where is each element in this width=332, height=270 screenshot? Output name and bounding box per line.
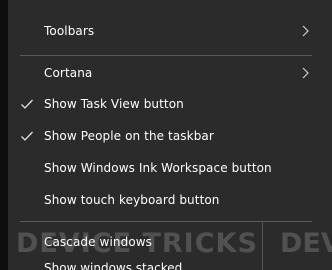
chevron-right-icon bbox=[302, 25, 309, 37]
menu-item-label: Show Windows Ink Workspace button bbox=[44, 161, 272, 175]
menu-item-show-people[interactable]: Show People on the taskbar bbox=[8, 121, 324, 151]
menu-item-label: Show touch keyboard button bbox=[44, 193, 220, 207]
menu-separator bbox=[20, 221, 312, 222]
checkmark-icon bbox=[21, 99, 33, 109]
menu-item-show-task-view[interactable]: Show Task View button bbox=[8, 89, 324, 119]
menu-item-show-touch-keyboard[interactable]: Show touch keyboard button bbox=[8, 185, 324, 215]
menu-item-show-windows-ink[interactable]: Show Windows Ink Workspace button bbox=[8, 153, 324, 183]
menu-item-label: Show Task View button bbox=[44, 97, 184, 111]
menu-item-label: Show People on the taskbar bbox=[44, 129, 214, 143]
chevron-right-icon bbox=[302, 67, 309, 79]
menu-separator bbox=[20, 55, 312, 56]
menu-left-edge bbox=[0, 0, 8, 270]
menu-item-toolbars[interactable]: Toolbars bbox=[8, 16, 324, 46]
taskbar-context-menu: Toolbars Cortana Show Task View button S… bbox=[0, 0, 332, 270]
menu-item-show-windows-stacked[interactable]: Show windows stacked bbox=[44, 261, 182, 270]
menu-item-label: Cortana bbox=[44, 66, 93, 80]
menu-item-label: Cascade windows bbox=[44, 235, 153, 249]
menu-item-cortana[interactable]: Cortana bbox=[8, 58, 324, 88]
checkmark-icon bbox=[21, 131, 33, 141]
menu-item-cascade-windows[interactable]: Cascade windows bbox=[8, 227, 324, 257]
menu-item-label: Toolbars bbox=[44, 24, 95, 38]
